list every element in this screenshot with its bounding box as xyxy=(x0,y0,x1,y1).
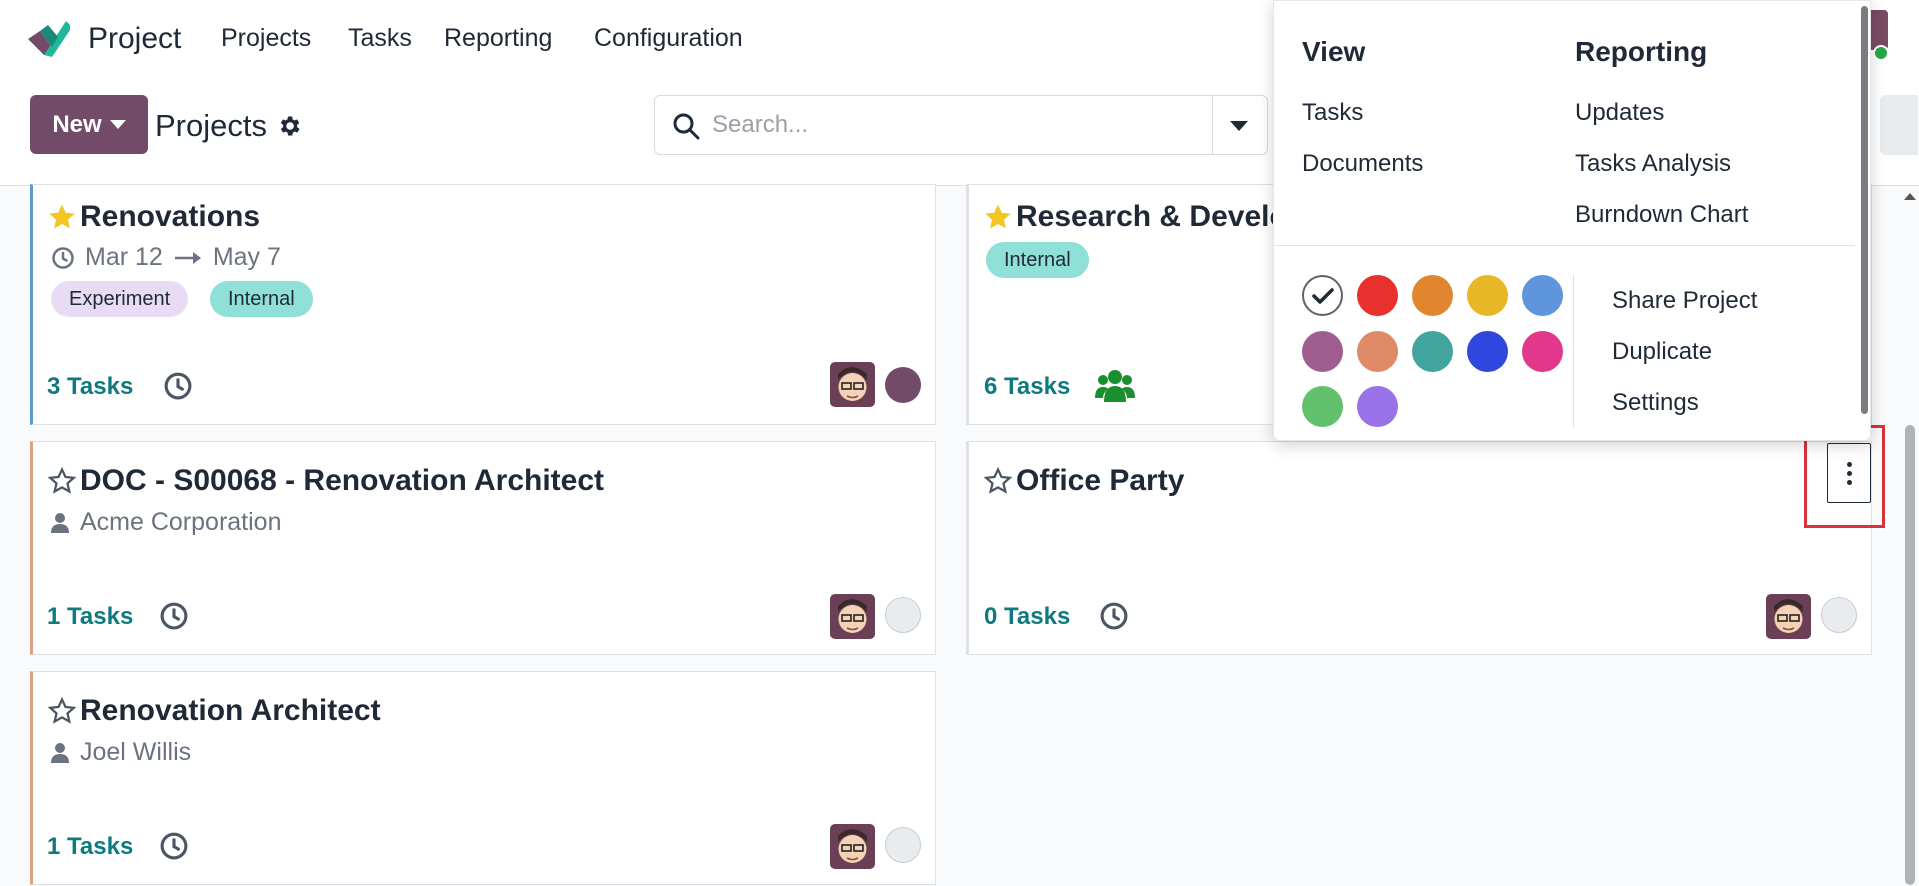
project-title[interactable]: Research & Develo xyxy=(1016,200,1288,234)
star-outline-icon[interactable] xyxy=(983,466,1013,496)
project-status-circle[interactable] xyxy=(885,597,921,633)
activity-clock-icon[interactable] xyxy=(1099,601,1129,631)
project-status-circle[interactable] xyxy=(885,827,921,863)
kebab-dot xyxy=(1846,470,1852,476)
project-app-logo-icon[interactable] xyxy=(28,21,70,57)
dropdown-item-documents[interactable]: Documents xyxy=(1302,150,1423,178)
menu-projects[interactable]: Projects xyxy=(221,24,311,53)
color-swatch-light-blue[interactable] xyxy=(1522,275,1563,316)
color-swatch-red[interactable] xyxy=(1357,275,1398,316)
color-swatch-purple[interactable] xyxy=(1302,331,1343,372)
tasks-count-link[interactable]: 3 Tasks xyxy=(47,373,133,401)
dropdown-vertical-divider xyxy=(1573,275,1574,428)
color-swatch-violet[interactable] xyxy=(1357,386,1398,427)
menu-reporting[interactable]: Reporting xyxy=(444,24,552,53)
dropdown-item-tasks[interactable]: Tasks xyxy=(1302,99,1363,127)
customer-name: Acme Corporation xyxy=(80,508,282,536)
color-swatch-none[interactable] xyxy=(1302,275,1343,316)
view-switcher-button[interactable] xyxy=(1880,95,1918,155)
tag-experiment: Experiment xyxy=(51,281,189,317)
dropdown-item-duplicate[interactable]: Duplicate xyxy=(1612,338,1712,366)
project-title[interactable]: Office Party xyxy=(1016,464,1184,498)
card-kebab-menu-button[interactable] xyxy=(1827,443,1871,503)
clock-icon xyxy=(52,246,74,269)
manager-avatar[interactable] xyxy=(830,824,875,869)
kebab-dot xyxy=(1846,461,1852,467)
dropdown-item-tasks-analysis[interactable]: Tasks Analysis xyxy=(1575,150,1731,178)
star-filled-icon[interactable] xyxy=(47,202,77,232)
date-start: Mar 12 xyxy=(85,243,163,271)
new-button[interactable]: New xyxy=(30,95,148,154)
dropdown-reporting-heading: Reporting xyxy=(1575,36,1708,67)
tasks-count-link[interactable]: 1 Tasks xyxy=(47,833,133,861)
project-card-renovation-architect[interactable]: Renovation Architect Joel Willis 1 Tasks xyxy=(30,671,936,885)
project-status-circle[interactable] xyxy=(885,367,921,403)
color-swatch-green[interactable] xyxy=(1302,386,1343,427)
tasks-count-link[interactable]: 6 Tasks xyxy=(984,373,1070,401)
activity-clock-icon[interactable] xyxy=(159,831,189,861)
project-customer: Acme Corporation xyxy=(50,508,281,537)
color-swatch-teal[interactable] xyxy=(1412,331,1453,372)
dropdown-scrollbar[interactable] xyxy=(1861,6,1868,414)
menu-tasks[interactable]: Tasks xyxy=(348,24,412,53)
tag-internal: Internal xyxy=(986,242,1089,278)
dropdown-item-updates[interactable]: Updates xyxy=(1575,99,1664,127)
dropdown-item-settings[interactable]: Settings xyxy=(1612,389,1699,417)
user-icon xyxy=(51,742,69,763)
color-swatch-pink[interactable] xyxy=(1522,331,1563,372)
project-title[interactable]: DOC - S00068 - Renovation Architect xyxy=(80,464,604,498)
manager-avatar[interactable] xyxy=(1766,594,1811,639)
users-group-icon[interactable] xyxy=(1095,368,1135,404)
color-swatch-orange[interactable] xyxy=(1412,275,1453,316)
tasks-count-link[interactable]: 0 Tasks xyxy=(984,603,1070,631)
project-card-doc-s00068[interactable]: DOC - S00068 - Renovation Architect Acme… xyxy=(30,441,936,655)
project-title[interactable]: Renovations xyxy=(80,200,260,234)
kebab-dot xyxy=(1846,479,1852,485)
project-card-office-party[interactable]: Office Party 0 Tasks xyxy=(966,441,1872,655)
star-outline-icon[interactable] xyxy=(47,466,77,496)
checkmark-icon xyxy=(1311,287,1334,304)
dropdown-divider xyxy=(1273,245,1855,246)
tag-internal: Internal xyxy=(210,281,313,317)
dropdown-item-burndown-chart[interactable]: Burndown Chart xyxy=(1575,201,1748,229)
search-divider xyxy=(1212,96,1213,154)
scroll-up-arrow-icon[interactable] xyxy=(1904,193,1916,200)
menu-configuration[interactable]: Configuration xyxy=(594,24,743,53)
app-name[interactable]: Project xyxy=(88,22,181,56)
activity-clock-icon[interactable] xyxy=(159,601,189,631)
caret-down-icon xyxy=(109,120,126,129)
tasks-count-link[interactable]: 1 Tasks xyxy=(47,603,133,631)
project-dates: Mar 12 May 7 xyxy=(51,243,281,272)
breadcrumb: Projects xyxy=(155,108,267,143)
project-title[interactable]: Renovation Architect xyxy=(80,694,381,728)
gear-icon[interactable] xyxy=(276,113,302,139)
color-swatch-blue[interactable] xyxy=(1467,331,1508,372)
manager-avatar[interactable] xyxy=(830,594,875,639)
color-swatch-salmon[interactable] xyxy=(1357,331,1398,372)
project-customer: Joel Willis xyxy=(50,738,191,767)
star-filled-icon[interactable] xyxy=(983,202,1013,232)
search-input[interactable] xyxy=(712,103,1202,147)
search-options-toggle-icon[interactable] xyxy=(1230,121,1248,131)
search-icon xyxy=(673,113,700,140)
color-swatch-yellow[interactable] xyxy=(1467,275,1508,316)
activity-clock-icon[interactable] xyxy=(163,371,193,401)
new-button-label: New xyxy=(52,110,102,138)
online-status-dot xyxy=(1873,45,1889,61)
project-card-renovations[interactable]: Renovations Mar 12 May 7 Experiment Inte… xyxy=(30,184,936,425)
star-outline-icon[interactable] xyxy=(47,696,77,726)
arrow-right-icon xyxy=(174,251,201,264)
manager-avatar[interactable] xyxy=(830,362,875,407)
user-icon xyxy=(51,512,69,533)
dropdown-item-share-project[interactable]: Share Project xyxy=(1612,287,1757,315)
date-end: May 7 xyxy=(212,243,281,271)
project-status-circle[interactable] xyxy=(1821,597,1857,633)
dropdown-view-heading: View xyxy=(1302,36,1366,67)
page-scrollbar-thumb[interactable] xyxy=(1905,425,1915,885)
customer-name: Joel Willis xyxy=(80,738,192,766)
